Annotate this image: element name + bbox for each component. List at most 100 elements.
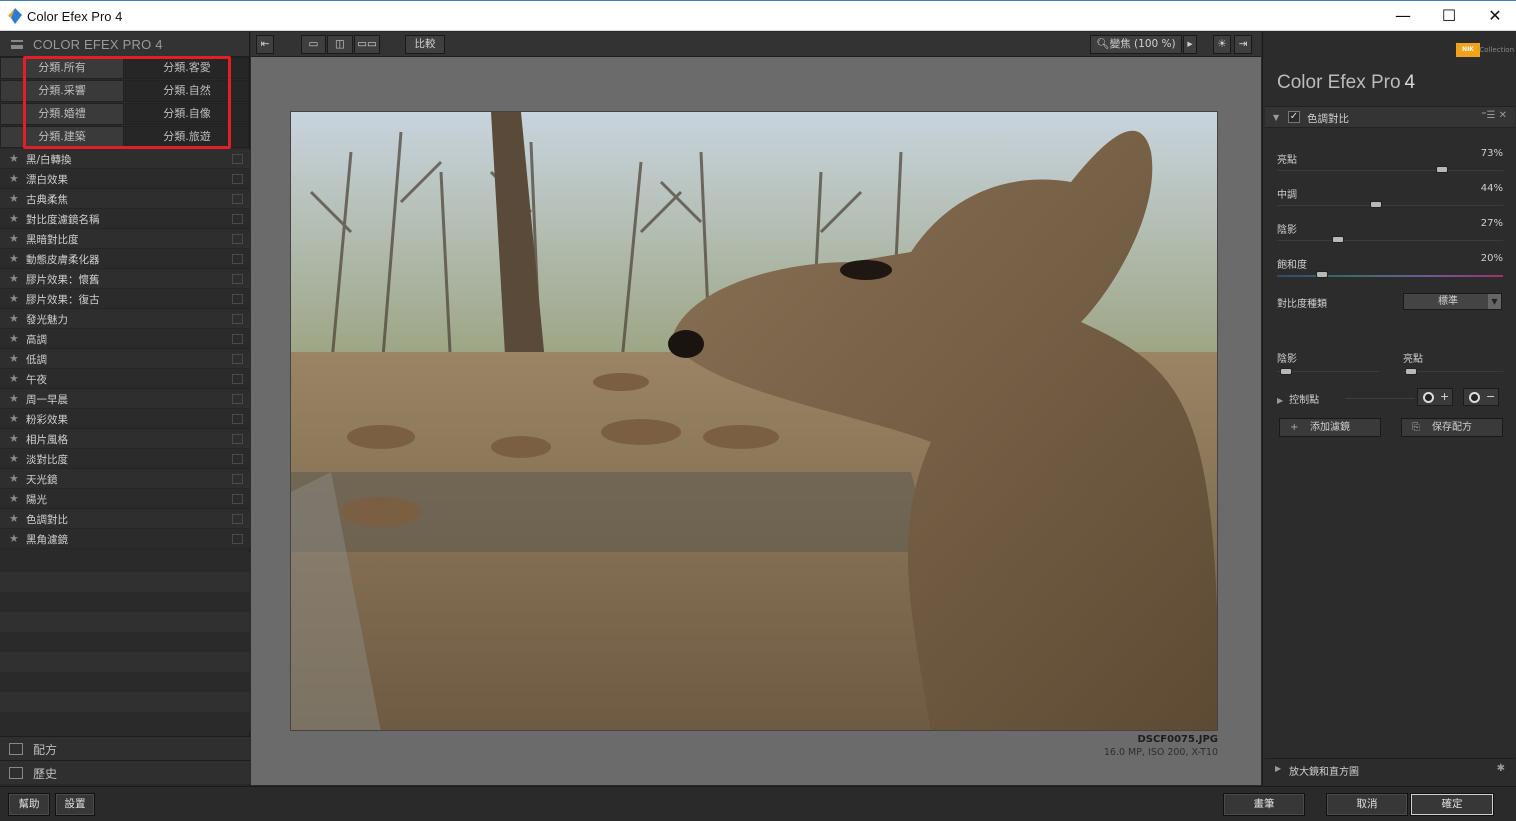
zoom-select[interactable]: 🔍︎變焦 (100 %) (1090, 35, 1182, 54)
copy-icon[interactable] (232, 394, 243, 404)
list-item[interactable]: ★ 相片風格 (0, 429, 250, 449)
history-section[interactable]: 歷史 (0, 760, 250, 784)
copy-icon[interactable] (232, 214, 243, 224)
hide-panel-icon[interactable]: ⇤ (256, 35, 274, 54)
list-item[interactable]: ★ 古典柔焦 (0, 189, 250, 209)
chevron-down-icon[interactable]: ▼ (1488, 294, 1501, 309)
hide-right-panel-icon[interactable]: ⇥ (1234, 35, 1252, 54)
compare-button[interactable]: 比較 (405, 35, 445, 54)
shadows-slider[interactable]: 陰影 27% (1277, 218, 1503, 243)
close-button[interactable]: ✕ (1472, 1, 1516, 31)
background-light-icon[interactable]: ☀ (1213, 35, 1231, 54)
star-icon[interactable]: ★ (9, 192, 19, 205)
preview-canvas[interactable]: DSCF0075.JPG 16.0 MP, ISO 200, X-T10 (251, 57, 1261, 785)
midtones-slider[interactable]: 中調 44% (1277, 183, 1503, 208)
list-item[interactable]: ★ 色調對比 (0, 509, 250, 529)
copy-icon[interactable] (232, 334, 243, 344)
active-filter-header[interactable]: ▼ ✓ 色調對比 ⁼☰ ✕ (1265, 106, 1515, 128)
recipes-section[interactable]: 配方 (0, 736, 250, 760)
copy-icon[interactable] (232, 374, 243, 384)
slider-handle[interactable] (1370, 201, 1383, 208)
settings-button[interactable]: 設置 (55, 793, 95, 816)
category-nature[interactable]: 分類.自然 (125, 80, 249, 102)
star-icon[interactable]: ★ (9, 432, 19, 445)
collapse-icon[interactable]: ▼ (1273, 113, 1279, 122)
star-icon[interactable]: ★ (9, 392, 19, 405)
list-item[interactable]: ★ 周一早晨 (0, 389, 250, 409)
star-icon[interactable]: ★ (9, 172, 19, 185)
copy-icon[interactable] (232, 434, 243, 444)
list-item[interactable]: ★ 膠片效果：復古 (0, 289, 250, 309)
star-icon[interactable]: ★ (9, 332, 19, 345)
category-architecture[interactable]: 分類.建築 (0, 126, 124, 148)
saturation-track[interactable] (1277, 275, 1503, 277)
star-icon[interactable]: ★ (9, 452, 19, 465)
pin-icon[interactable]: ✱ (1497, 763, 1505, 774)
star-icon[interactable]: ★ (9, 412, 19, 425)
slider-handle[interactable] (1332, 236, 1345, 243)
copy-icon[interactable] (232, 154, 243, 164)
category-3[interactable]: 分類.采響 (0, 80, 124, 102)
copy-icon[interactable] (232, 254, 243, 264)
star-icon[interactable]: ★ (9, 492, 19, 505)
category-all[interactable]: 分類.所有 (0, 57, 124, 79)
copy-icon[interactable] (232, 234, 243, 244)
copy-icon[interactable] (232, 194, 243, 204)
remove-control-point-button[interactable]: − (1463, 388, 1499, 406)
list-item[interactable]: ★ 對比度濾鏡名稱 (0, 209, 250, 229)
copy-icon[interactable] (232, 474, 243, 484)
minimize-button[interactable]: — (1380, 1, 1426, 31)
single-view-icon[interactable]: ▭ (301, 35, 326, 54)
star-icon[interactable]: ★ (9, 152, 19, 165)
zoom-arrow-icon[interactable]: ▸ (1183, 35, 1197, 54)
slider-handle[interactable] (1435, 166, 1448, 173)
slider-track[interactable] (1277, 170, 1503, 171)
copy-icon[interactable] (232, 274, 243, 284)
menu-icon[interactable] (11, 40, 23, 49)
category-travel[interactable]: 分類.旅遊 (125, 126, 249, 148)
star-icon[interactable]: ★ (9, 512, 19, 525)
category-portrait[interactable]: 分類.自像 (125, 103, 249, 125)
copy-icon[interactable] (232, 494, 243, 504)
copy-icon[interactable] (232, 314, 243, 324)
list-item[interactable]: ★ 天光鏡 (0, 469, 250, 489)
list-item[interactable]: ★ 低調 (0, 349, 250, 369)
slider-track[interactable] (1277, 240, 1503, 241)
add-control-point-button[interactable]: + (1417, 388, 1453, 406)
star-icon[interactable]: ★ (9, 352, 19, 365)
control-points-toggle[interactable]: ▶ 控制點 (1277, 391, 1319, 406)
star-icon[interactable]: ★ (9, 532, 19, 545)
list-item[interactable]: ★ 高調 (0, 329, 250, 349)
copy-icon[interactable] (232, 294, 243, 304)
star-icon[interactable]: ★ (9, 272, 19, 285)
list-item[interactable]: ★ 淡對比度 (0, 449, 250, 469)
star-icon[interactable]: ★ (9, 292, 19, 305)
star-icon[interactable]: ★ (9, 212, 19, 225)
protect-highlights-handle[interactable] (1405, 368, 1417, 375)
protect-shadows-track[interactable] (1277, 371, 1379, 372)
list-item[interactable]: ★ 漂白效果 (0, 169, 250, 189)
help-button[interactable]: 幫助 (8, 793, 50, 816)
copy-icon[interactable] (232, 514, 243, 524)
loupe-histogram-section[interactable]: ▶ 放大鏡和直方圖 ✱ (1265, 758, 1515, 780)
highlights-slider[interactable]: 亮點 73% (1277, 148, 1503, 173)
protect-shadows-handle[interactable] (1280, 368, 1292, 375)
copy-icon[interactable] (232, 534, 243, 544)
copy-icon[interactable] (232, 354, 243, 364)
slider-handle[interactable] (1316, 271, 1329, 278)
preview-image[interactable] (290, 111, 1218, 731)
list-item[interactable]: ★ 黑暗對比度 (0, 229, 250, 249)
list-item[interactable]: ★ 黑角濾鏡 (0, 529, 250, 549)
list-item[interactable]: ★ 粉彩效果 (0, 409, 250, 429)
list-item[interactable]: ★ 發光魅力 (0, 309, 250, 329)
maximize-button[interactable]: ☐ (1426, 1, 1472, 31)
slider-track[interactable] (1277, 205, 1503, 206)
add-filter-button[interactable]: + 添加濾鏡 (1279, 418, 1381, 437)
copy-icon[interactable] (232, 174, 243, 184)
category-favorite[interactable]: 分類.客愛 (125, 57, 249, 79)
category-wedding[interactable]: 分類.婚禮 (0, 103, 124, 125)
star-icon[interactable]: ★ (9, 252, 19, 265)
split-view-icon[interactable]: ◫ (327, 35, 353, 54)
list-item[interactable]: ★ 陽光 (0, 489, 250, 509)
cancel-button[interactable]: 取消 (1326, 793, 1408, 816)
